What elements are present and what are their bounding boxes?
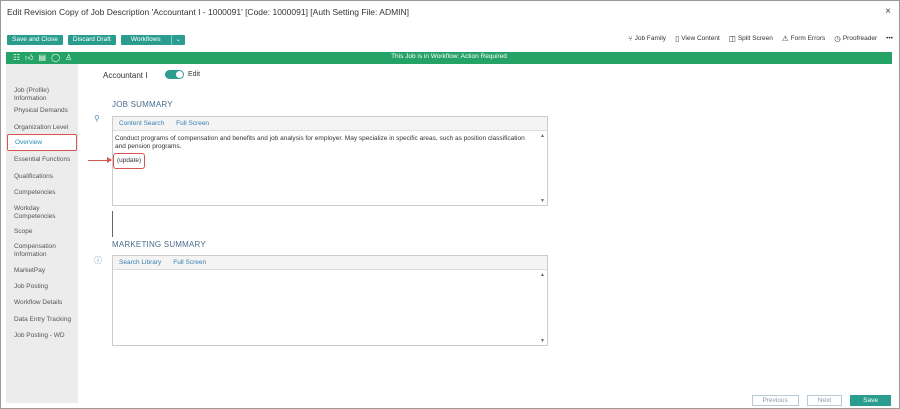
- edit-toggle[interactable]: [165, 70, 184, 79]
- previous-button[interactable]: Previous: [751, 395, 799, 406]
- key-icon[interactable]: ⚲: [94, 114, 100, 123]
- sidebar-item-job-posting[interactable]: Job Posting: [14, 283, 76, 291]
- job-summary-editor-tabs: Content Search Full Screen: [113, 117, 547, 131]
- split-screen-icon: ◫: [728, 34, 736, 43]
- update-text: (update): [117, 157, 142, 164]
- split-screen-tool[interactable]: ◫ Split Screen: [729, 34, 773, 43]
- close-icon[interactable]: ×: [885, 6, 891, 17]
- sidebar-item-overview[interactable]: Overview: [7, 134, 77, 151]
- job-family-tool[interactable]: ⑂ Job Family: [628, 34, 666, 43]
- sidebar-item-marketpay[interactable]: MarketPay: [14, 267, 76, 275]
- info-icon[interactable]: ⓘ: [94, 255, 102, 266]
- warning-icon: ⚠: [781, 34, 789, 43]
- view-content-tool[interactable]: ▯ View Content: [675, 34, 720, 43]
- discard-draft-button[interactable]: Discard Draft: [67, 35, 116, 45]
- section-sidebar: Job (Profile) Information Physical Deman…: [6, 64, 78, 403]
- job-summary-text: Conduct programs of compensation and ben…: [115, 135, 525, 150]
- sidebar-item-data-entry-tracking[interactable]: Data Entry Tracking: [14, 316, 76, 324]
- sidebar-item-physical-demands[interactable]: Physical Demands: [14, 107, 76, 115]
- form-errors-tool[interactable]: ⚠ Form Errors: [782, 34, 825, 43]
- scroll-up-icon[interactable]: ▲: [540, 133, 545, 139]
- marketing-summary-editor: Search Library Full Screen ▲ ▼: [112, 255, 548, 346]
- job-summary-title: JOB SUMMARY: [112, 100, 173, 109]
- sidebar-item-compensation-information[interactable]: Compensation Information: [14, 243, 76, 259]
- tools-bar: ⑂ Job Family ▯ View Content ◫ Split Scre…: [628, 34, 893, 43]
- job-summary-editor: Content Search Full Screen Conduct progr…: [112, 116, 548, 206]
- sidebar-item-workflow-details[interactable]: Workflow Details: [14, 299, 76, 307]
- search-library-link[interactable]: Search Library: [119, 259, 161, 266]
- full-screen-link[interactable]: Full Screen: [176, 120, 209, 127]
- hierarchy-icon: ⑂: [628, 34, 633, 43]
- scroll-up-icon[interactable]: ▲: [540, 272, 545, 278]
- sidebar-item-label: Overview: [15, 139, 43, 146]
- text-cursor: [112, 211, 113, 237]
- workflow-status-bar: ☷ 👍︎ ▤ ◯ ♙ This Job is in Workflow: Acti…: [6, 52, 892, 64]
- dialog-frame: Edit Revision Copy of Job Description 'A…: [0, 0, 900, 409]
- view-content-label: View Content: [681, 35, 720, 42]
- save-and-close-button[interactable]: Save and Close: [7, 35, 63, 45]
- split-screen-label: Split Screen: [737, 35, 773, 42]
- marketing-summary-title: MARKETING SUMMARY: [112, 240, 206, 249]
- proofreader-tool[interactable]: ◷ Proofreader: [834, 34, 877, 43]
- sidebar-item-scope[interactable]: Scope: [14, 228, 76, 236]
- next-button[interactable]: Next: [806, 395, 843, 406]
- edit-toggle-label: Edit: [188, 71, 201, 78]
- proofreader-label: Proofreader: [842, 35, 878, 42]
- job-family-label: Job Family: [634, 35, 667, 42]
- sidebar-item-job-profile-information[interactable]: Job (Profile) Information: [14, 87, 76, 103]
- scroll-down-icon[interactable]: ▼: [540, 338, 545, 344]
- sidebar-item-workday-competencies[interactable]: Workday Competencies: [14, 205, 76, 221]
- chevron-down-icon[interactable]: ⌄: [170, 35, 185, 45]
- update-marker: (update): [113, 153, 145, 169]
- workflows-label: Workflows: [130, 36, 161, 43]
- workflow-status-message: This Job is in Workflow: Action Required: [391, 53, 507, 60]
- marketing-summary-editor-tabs: Search Library Full Screen: [113, 256, 547, 270]
- job-name: Accountant I: [103, 71, 148, 80]
- callout-arrow: [88, 157, 112, 163]
- dialog-title: Edit Revision Copy of Job Description 'A…: [7, 7, 410, 17]
- proofreader-icon: ◷: [834, 34, 841, 43]
- footer-actions: Previous Next Save: [751, 395, 891, 406]
- content-search-link[interactable]: Content Search: [119, 120, 164, 127]
- sidebar-item-qualifications[interactable]: Qualifications: [14, 173, 76, 181]
- more-options-icon[interactable]: •••: [886, 35, 893, 42]
- sidebar-item-organization-level[interactable]: Organization Level: [14, 124, 76, 132]
- save-button[interactable]: Save: [850, 395, 891, 406]
- toggle-knob: [176, 71, 183, 78]
- workflows-button[interactable]: Workflows ⌄: [120, 35, 185, 45]
- job-summary-textarea[interactable]: Conduct programs of compensation and ben…: [113, 132, 547, 205]
- full-screen-link[interactable]: Full Screen: [173, 259, 206, 266]
- sidebar-item-essential-functions[interactable]: Essential Functions: [14, 156, 76, 164]
- action-toolbar: Save and Close Discard Draft Workflows ⌄: [7, 35, 185, 45]
- document-icon: ▯: [675, 34, 680, 43]
- sidebar-item-competencies[interactable]: Competencies: [14, 189, 76, 197]
- scroll-down-icon[interactable]: ▼: [540, 198, 545, 204]
- form-errors-label: Form Errors: [790, 35, 826, 42]
- sidebar-item-job-posting-wd[interactable]: Job Posting - WD: [14, 332, 76, 340]
- marketing-summary-textarea[interactable]: ▲ ▼: [113, 271, 547, 345]
